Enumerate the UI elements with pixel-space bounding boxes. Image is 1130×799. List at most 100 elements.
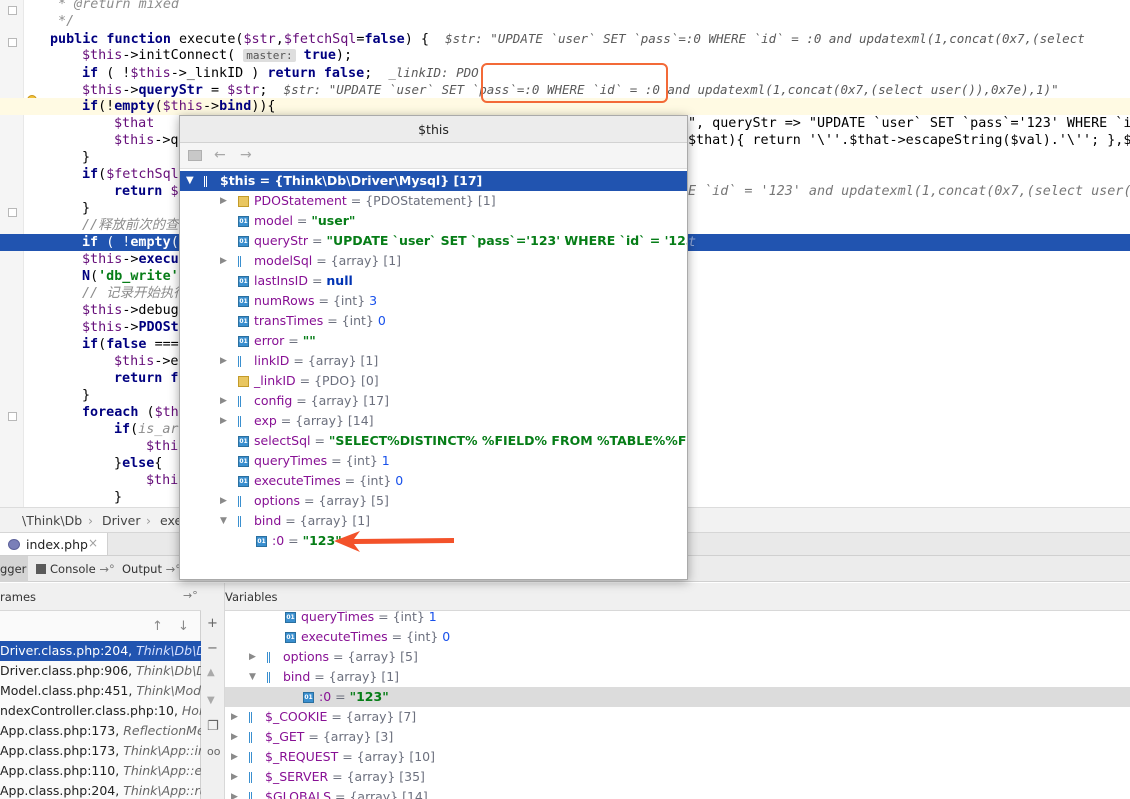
- code-token: is_ar: [138, 422, 179, 437]
- copy-icon[interactable]: ❐: [207, 719, 219, 734]
- code-line[interactable]: * @return mixed: [0, 0, 1130, 13]
- tree-row[interactable]: 01 model = "user": [180, 211, 687, 231]
- tree-row[interactable]: 01:0 = "123": [225, 687, 1125, 707]
- tree-row[interactable]: ▶ options = {array} [5]: [225, 647, 1125, 667]
- tree-row[interactable]: 01 error = "": [180, 331, 687, 351]
- frame-row[interactable]: App.class.php:173, ReflectionMet: [0, 721, 201, 741]
- tree-row[interactable]: 01 lastInsID = null: [180, 271, 687, 291]
- code-token: $str: [227, 83, 260, 98]
- tree-row[interactable]: 01 queryTimes = {int} 1: [180, 451, 687, 471]
- collapse-triangle-icon[interactable]: ▼: [220, 511, 227, 531]
- tree-row[interactable]: 01 numRows = {int} 3: [180, 291, 687, 311]
- popup-title[interactable]: $this: [180, 116, 687, 143]
- copy-icon[interactable]: [188, 150, 202, 161]
- tree-row[interactable]: 01 executeTimes = {int} 0: [180, 471, 687, 491]
- expand-triangle-icon[interactable]: ▶: [231, 707, 238, 727]
- tree-row-text: executeTimes = {int} 0: [254, 471, 403, 491]
- frame-row[interactable]: App.class.php:110, Think\App::ex: [0, 761, 201, 781]
- code-token: (: [170, 235, 179, 250]
- add-watch-icon[interactable]: +: [207, 616, 218, 631]
- tree-row[interactable]: ▶ $_REQUEST = {array} [10]: [225, 747, 1125, 767]
- code-line[interactable]: */: [0, 13, 1130, 30]
- tab-index-php[interactable]: index.php ×: [0, 533, 108, 556]
- code-line[interactable]: if ( !$this->_linkID ) return false; _li…: [0, 64, 1130, 81]
- expand-triangle-icon[interactable]: ▶: [220, 491, 227, 511]
- tree-row[interactable]: _linkID = {PDO} [0]: [180, 371, 687, 391]
- forward-arrow-icon[interactable]: →: [240, 147, 252, 163]
- field-icon: 01: [238, 276, 249, 287]
- var-type: = {array} [10]: [338, 749, 435, 764]
- code-line[interactable]: $this->initConnect( master: true);: [0, 47, 1130, 64]
- expand-triangle-icon[interactable]: ▶: [220, 351, 227, 371]
- breadcrumb-item[interactable]: Driver: [102, 513, 140, 528]
- code-token: N: [82, 269, 91, 284]
- frame-row[interactable]: App.class.php:204, Think\App::ru: [0, 781, 201, 799]
- expand-triangle-icon[interactable]: ▶: [249, 647, 256, 667]
- var-name: $GLOBALS: [265, 789, 332, 799]
- tree-row[interactable]: 01 queryStr = "UPDATE `user` SET `pass`='…: [180, 231, 687, 251]
- expand-triangle-icon[interactable]: ▼: [186, 171, 194, 191]
- tree-row[interactable]: ▶ $_GET = {array} [3]: [225, 727, 1125, 747]
- frame-row[interactable]: ndexController.class.php:10, Hor: [0, 701, 201, 721]
- expand-triangle-icon[interactable]: ▶: [220, 391, 227, 411]
- expand-triangle-icon[interactable]: ▶: [231, 787, 238, 799]
- var-value: null: [326, 273, 353, 288]
- expand-triangle-icon[interactable]: ▶: [220, 411, 227, 431]
- code-line[interactable]: if(!empty($this->bind)){: [0, 98, 1130, 115]
- remove-watch-icon[interactable]: −: [207, 641, 218, 656]
- tree-row[interactable]: 01 selectSql = "SELECT%DISTINCT% %FIELD% …: [180, 431, 687, 451]
- tree-row[interactable]: ▶ PDOStatement = {PDOStatement} [1]: [180, 191, 687, 211]
- field-icon: 01: [238, 456, 249, 467]
- frame-row[interactable]: Driver.class.php:906, Think\Db\D: [0, 661, 201, 681]
- tree-row[interactable]: ▶ modelSql = {array} [1]: [180, 251, 687, 271]
- expand-triangle-icon[interactable]: ▶: [220, 191, 227, 211]
- tree-root-row[interactable]: ▼ $this = {Think\Db\Driver\Mysql} [17]: [180, 171, 687, 191]
- arrow-up-icon[interactable]: ↑: [152, 619, 163, 634]
- expand-triangle-icon[interactable]: ▶: [220, 251, 227, 271]
- breadcrumb-item[interactable]: \Think\Db: [22, 513, 82, 528]
- tree-row[interactable]: ▶ $GLOBALS = {array} [14]: [225, 787, 1125, 799]
- expand-triangle-icon[interactable]: ▶: [231, 767, 238, 787]
- tree-row[interactable]: 01 transTimes = {int} 0: [180, 311, 687, 331]
- tree-row[interactable]: 01 executeTimes = {int} 0: [225, 627, 1125, 647]
- tree-row[interactable]: ▶ $_SERVER = {array} [35]: [225, 767, 1125, 787]
- tree-row[interactable]: ▼ bind = {array} [1]: [225, 667, 1125, 687]
- tree-row[interactable]: ▶ exp = {array} [14]: [180, 411, 687, 431]
- var-type: = {array} [5]: [300, 493, 389, 508]
- code-token: (: [146, 405, 155, 420]
- code-line[interactable]: public function execute($str,$fetchSql=f…: [0, 30, 1130, 47]
- glasses-icon[interactable]: oo: [207, 745, 220, 758]
- breadcrumb-separator: ›: [146, 513, 151, 528]
- this-inspector-popup[interactable]: $this ← → ▼ $this = {Think\Db\Driver\Mys…: [179, 115, 688, 580]
- var-name: error: [254, 333, 285, 348]
- tree-row[interactable]: ▶ linkID = {array} [1]: [180, 351, 687, 371]
- expand-triangle-icon[interactable]: ▶: [231, 727, 238, 747]
- field-icon: 01: [285, 632, 296, 643]
- collapse-triangle-icon[interactable]: ▼: [249, 667, 256, 687]
- array-icon: [238, 356, 247, 367]
- frame-row[interactable]: App.class.php:173, Think\App::in: [0, 741, 201, 761]
- code-token: //释放前次的查: [82, 218, 179, 233]
- tab-console[interactable]: Console →°: [36, 562, 115, 576]
- pin-icon[interactable]: →°: [183, 589, 198, 602]
- back-arrow-icon[interactable]: ←: [214, 147, 226, 163]
- frame-row[interactable]: Driver.class.php:204, Think\Db\D: [0, 641, 201, 661]
- array-icon: [249, 712, 258, 723]
- expand-triangle-icon[interactable]: ▶: [231, 747, 238, 767]
- tab-debugger[interactable]: gger: [0, 556, 28, 582]
- move-up-icon[interactable]: ▲: [207, 667, 215, 678]
- close-icon[interactable]: ×: [88, 536, 98, 550]
- tab-output[interactable]: Output →°: [122, 562, 181, 576]
- code-token: $this: [82, 303, 123, 318]
- arrow-down-icon[interactable]: ↓: [178, 619, 189, 634]
- tree-row[interactable]: ▶ options = {array} [5]: [180, 491, 687, 511]
- frame-row[interactable]: Model.class.php:451, Think\Mode: [0, 681, 201, 701]
- var-type: = {array} [3]: [304, 729, 394, 744]
- code-token: $str: "UPDATE `user` SET `pass`=:0 WHERE…: [445, 31, 1085, 46]
- tree-row[interactable]: 01 queryTimes = {int} 1: [225, 607, 1125, 627]
- move-down-icon[interactable]: ▼: [207, 695, 215, 706]
- code-line[interactable]: $this->queryStr = $str; $str: "UPDATE `u…: [0, 81, 1130, 98]
- tree-row[interactable]: ▶ config = {array} [17]: [180, 391, 687, 411]
- tree-row[interactable]: ▶ $_COOKIE = {array} [7]: [225, 707, 1125, 727]
- code-fragment: t: [688, 234, 1130, 251]
